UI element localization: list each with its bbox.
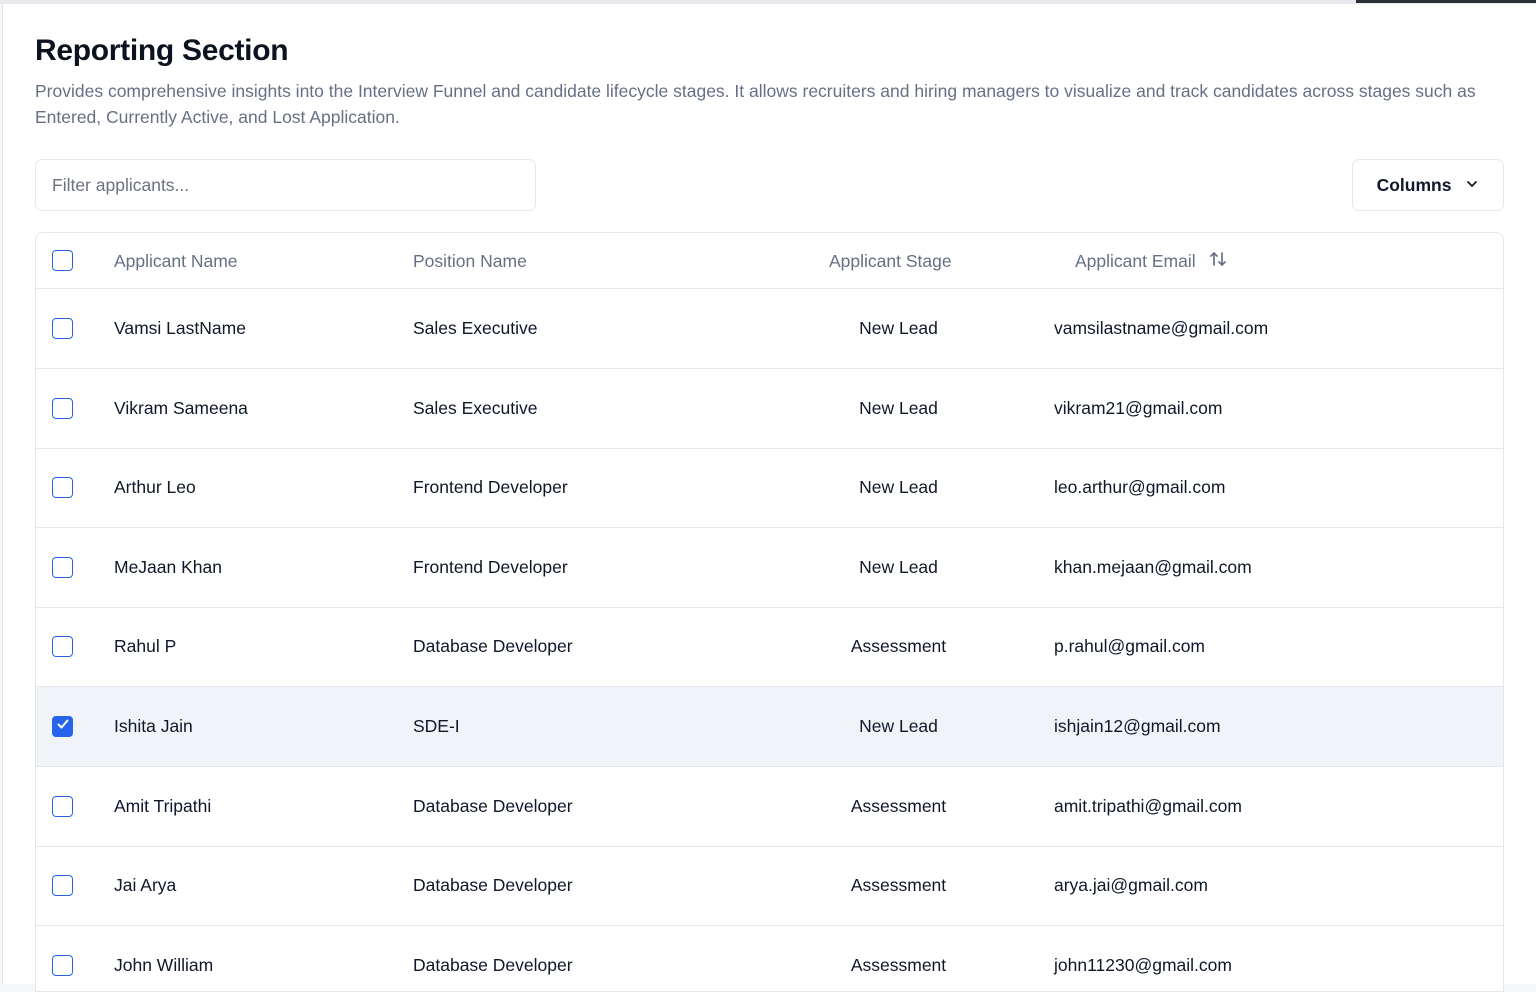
cell-position-name: Database Developer: [413, 954, 573, 975]
header-applicant-email[interactable]: Applicant Email: [1075, 233, 1228, 289]
cell-applicant-name: MeJaan Khan: [114, 556, 222, 577]
table-row[interactable]: Vikram Sameena Sales Executive New Lead vik…: [36, 369, 1503, 449]
row-checkbox[interactable]: [52, 318, 73, 339]
header-applicant-stage[interactable]: Applicant Stage: [829, 233, 952, 289]
filter-applicants-input[interactable]: [35, 159, 536, 211]
cell-applicant-email: arya.jai@gmail.com: [1054, 875, 1208, 896]
cell-applicant-stage: Assessment: [850, 795, 947, 816]
row-checkbox[interactable]: [52, 636, 73, 658]
chevron-down-icon: [1465, 175, 1479, 196]
cell-applicant-stage: Assessment: [850, 875, 947, 896]
cell-position-name: Sales Executive: [413, 318, 538, 338]
cell-applicant-email: vamsilastname@gmail.com: [1054, 318, 1269, 338]
table-header: Applicant Name Position Name Applicant S…: [36, 233, 1503, 289]
select-all-checkbox[interactable]: [52, 250, 73, 271]
cell-applicant-email: amit.tripathi@gmail.com: [1054, 795, 1242, 816]
header-position-name[interactable]: Position Name: [413, 233, 527, 289]
cell-applicant-email: vikram21@gmail.com: [1054, 397, 1223, 418]
row-checkbox[interactable]: [52, 954, 73, 976]
cell-applicant-name: Jai Arya: [114, 875, 177, 896]
cell-position-name: Database Developer: [413, 636, 573, 657]
cell-position-name: Database Developer: [413, 875, 573, 896]
cell-applicant-email: john11230@gmail.com: [1054, 954, 1232, 975]
table-row[interactable]: Ishita Jain SDE-I New Lead ishjain12@gmail.…: [36, 687, 1503, 767]
table-row[interactable]: Jai Arya Database Developer Assessment arya…: [36, 846, 1503, 927]
check-icon: [56, 717, 70, 736]
table-row[interactable]: Vamsi LastName Sales Executive New Lead vam…: [36, 289, 1503, 369]
row-checkbox[interactable]: [52, 795, 73, 817]
cell-applicant-stage: New Lead: [859, 477, 938, 498]
columns-button[interactable]: Columns: [1352, 159, 1504, 211]
cell-position-name: Frontend Developer: [413, 556, 568, 577]
cell-applicant-name: Ishita Jain: [114, 716, 193, 736]
reporting-card: Reporting Section Provides comprehensive…: [2, 4, 1536, 992]
cell-applicant-name: Arthur Leo: [114, 477, 196, 498]
page-description: Provides comprehensive insights into the…: [35, 81, 1476, 127]
cell-applicant-stage: New Lead: [859, 318, 938, 338]
row-checkbox[interactable]: [52, 716, 73, 737]
row-checkbox[interactable]: [52, 397, 73, 419]
cell-applicant-email: leo.arthur@gmail.com: [1054, 477, 1226, 498]
cell-position-name: SDE-I: [413, 716, 460, 736]
header-applicant-email-label: Applicant Email: [1075, 250, 1196, 271]
sort-arrows-icon[interactable]: [1208, 249, 1228, 274]
cell-position-name: Database Developer: [413, 795, 573, 816]
table-row[interactable]: Rahul P Database Developer Assessment p.rah…: [36, 607, 1503, 688]
columns-button-label: Columns: [1376, 174, 1452, 195]
cell-applicant-stage: New Lead: [859, 716, 938, 736]
cell-applicant-email: ishjain12@gmail.com: [1054, 716, 1221, 736]
row-checkbox[interactable]: [52, 477, 73, 499]
header-applicant-name[interactable]: Applicant Name: [114, 233, 238, 289]
cell-applicant-name: Amit Tripathi: [114, 795, 212, 816]
cell-applicant-email: p.rahul@gmail.com: [1054, 636, 1206, 657]
row-checkbox[interactable]: [52, 556, 73, 578]
cell-applicant-name: Rahul P: [114, 636, 177, 657]
cell-position-name: Sales Executive: [413, 397, 538, 418]
cell-applicant-name: Vikram Sameena: [114, 397, 248, 418]
cell-applicant-stage: New Lead: [859, 556, 938, 577]
applicants-table: Applicant Name Position Name Applicant S…: [35, 232, 1504, 992]
cell-applicant-stage: Assessment: [850, 636, 947, 657]
cell-position-name: Frontend Developer: [413, 477, 568, 498]
cell-applicant-name: Vamsi LastName: [114, 318, 246, 338]
row-checkbox[interactable]: [52, 875, 73, 897]
page-title: Reporting Section: [35, 34, 289, 67]
table-row[interactable]: MeJaan Khan Frontend Developer New Lead kha…: [36, 528, 1503, 608]
top-loading-bar-fill: [1356, 0, 1536, 3]
cell-applicant-stage: Assessment: [850, 954, 947, 975]
cell-applicant-stage: New Lead: [859, 397, 938, 418]
cell-applicant-email: khan.mejaan@gmail.com: [1054, 556, 1252, 577]
table-row[interactable]: Arthur Leo Frontend Developer New Lead leo.…: [36, 448, 1503, 529]
cell-applicant-name: John William: [114, 954, 214, 975]
table-row[interactable]: Amit Tripathi Database Developer Assessmen…: [36, 767, 1503, 847]
table-row[interactable]: John William Database Developer Assessment…: [36, 926, 1503, 991]
